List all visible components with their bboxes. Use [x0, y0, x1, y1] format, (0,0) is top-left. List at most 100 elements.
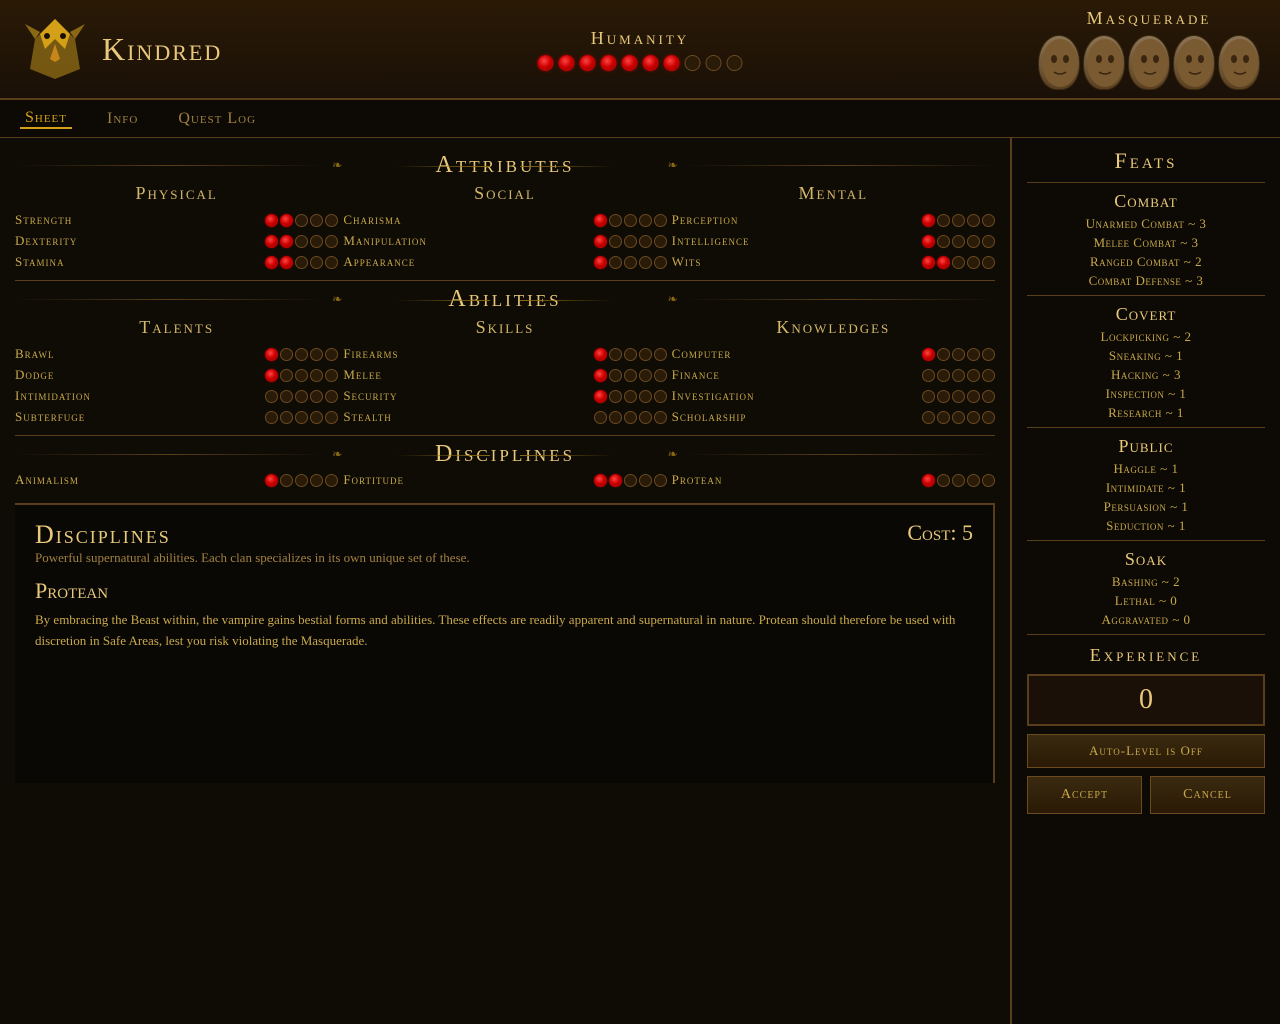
dodge-dots-dot-1[interactable] — [280, 369, 293, 382]
charisma-dots-dot-4[interactable] — [654, 214, 667, 227]
brawl-dots-dot-0[interactable] — [265, 348, 278, 361]
humanity-dot-6[interactable] — [664, 55, 680, 71]
auto-level-button[interactable]: Auto-Level is Off — [1027, 734, 1265, 768]
protean-dots-dot-4[interactable] — [982, 474, 995, 487]
stealth-dots-dot-1[interactable] — [609, 411, 622, 424]
stealth-dots-dot-4[interactable] — [654, 411, 667, 424]
strength-dots-dot-0[interactable] — [265, 214, 278, 227]
security-dots-dot-2[interactable] — [624, 390, 637, 403]
stamina-dots-dot-1[interactable] — [280, 256, 293, 269]
investigation-dots-dot-1[interactable] — [937, 390, 950, 403]
perception-dots-dot-1[interactable] — [937, 214, 950, 227]
intelligence-dots-dot-1[interactable] — [937, 235, 950, 248]
scholarship-dots-dot-4[interactable] — [982, 411, 995, 424]
feat-item[interactable]: Intimidate ~ 1 — [1027, 480, 1265, 496]
manipulation-dots-dot-2[interactable] — [624, 235, 637, 248]
charisma-dots-dot-3[interactable] — [639, 214, 652, 227]
computer-dots[interactable] — [922, 348, 995, 361]
investigation-dots-dot-4[interactable] — [982, 390, 995, 403]
melee-dots[interactable] — [594, 369, 667, 382]
security-dots-dot-0[interactable] — [594, 390, 607, 403]
strength-dots-dot-1[interactable] — [280, 214, 293, 227]
stamina-dots-dot-0[interactable] — [265, 256, 278, 269]
intimidation-dots-dot-1[interactable] — [280, 390, 293, 403]
fortitude-dots-dot-3[interactable] — [639, 474, 652, 487]
feat-item[interactable]: Haggle ~ 1 — [1027, 461, 1265, 477]
finance-dots[interactable] — [922, 369, 995, 382]
protean-dots-dot-1[interactable] — [937, 474, 950, 487]
intelligence-dots-dot-3[interactable] — [967, 235, 980, 248]
intelligence-dots-dot-0[interactable] — [922, 235, 935, 248]
brawl-dots-dot-1[interactable] — [280, 348, 293, 361]
brawl-dots-dot-3[interactable] — [310, 348, 323, 361]
stamina-dots-dot-2[interactable] — [295, 256, 308, 269]
appearance-dots-dot-4[interactable] — [654, 256, 667, 269]
computer-dots-dot-0[interactable] — [922, 348, 935, 361]
strength-dots-dot-4[interactable] — [325, 214, 338, 227]
perception-dots-dot-3[interactable] — [967, 214, 980, 227]
protean-dots-dot-0[interactable] — [922, 474, 935, 487]
perception-dots[interactable] — [922, 214, 995, 227]
scholarship-dots-dot-2[interactable] — [952, 411, 965, 424]
dodge-dots-dot-0[interactable] — [265, 369, 278, 382]
computer-dots-dot-2[interactable] — [952, 348, 965, 361]
strength-dots-dot-3[interactable] — [310, 214, 323, 227]
manipulation-dots[interactable] — [594, 235, 667, 248]
feat-item[interactable]: Seduction ~ 1 — [1027, 518, 1265, 534]
firearms-dots-dot-4[interactable] — [654, 348, 667, 361]
perception-dots-dot-2[interactable] — [952, 214, 965, 227]
feat-item[interactable]: Unarmed Combat ~ 3 — [1027, 216, 1265, 232]
scholarship-dots-dot-0[interactable] — [922, 411, 935, 424]
feat-item[interactable]: Research ~ 1 — [1027, 405, 1265, 421]
feat-item[interactable]: Sneaking ~ 1 — [1027, 348, 1265, 364]
melee-dots-dot-2[interactable] — [624, 369, 637, 382]
charisma-dots[interactable] — [594, 214, 667, 227]
humanity-dot-4[interactable] — [622, 55, 638, 71]
scholarship-dots-dot-1[interactable] — [937, 411, 950, 424]
feat-item[interactable]: Bashing ~ 2 — [1027, 574, 1265, 590]
fortitude-dots-dot-1[interactable] — [609, 474, 622, 487]
brawl-dots-dot-2[interactable] — [295, 348, 308, 361]
subterfuge-dots-dot-0[interactable] — [265, 411, 278, 424]
feat-item[interactable]: Inspection ~ 1 — [1027, 386, 1265, 402]
humanity-dot-3[interactable] — [601, 55, 617, 71]
wits-dots-dot-0[interactable] — [922, 256, 935, 269]
protean-dots[interactable] — [922, 474, 995, 487]
dodge-dots-dot-4[interactable] — [325, 369, 338, 382]
subterfuge-dots-dot-3[interactable] — [310, 411, 323, 424]
animalism-dots-dot-4[interactable] — [325, 474, 338, 487]
computer-dots-dot-3[interactable] — [967, 348, 980, 361]
security-dots-dot-3[interactable] — [639, 390, 652, 403]
security-dots[interactable] — [594, 390, 667, 403]
security-dots-dot-4[interactable] — [654, 390, 667, 403]
intelligence-dots-dot-2[interactable] — [952, 235, 965, 248]
computer-dots-dot-4[interactable] — [982, 348, 995, 361]
feat-item[interactable]: Persuasion ~ 1 — [1027, 499, 1265, 515]
investigation-dots-dot-0[interactable] — [922, 390, 935, 403]
firearms-dots[interactable] — [594, 348, 667, 361]
charisma-dots-dot-2[interactable] — [624, 214, 637, 227]
investigation-dots-dot-2[interactable] — [952, 390, 965, 403]
melee-dots-dot-1[interactable] — [609, 369, 622, 382]
protean-dots-dot-3[interactable] — [967, 474, 980, 487]
dexterity-dots-dot-2[interactable] — [295, 235, 308, 248]
humanity-dot-8[interactable] — [706, 55, 722, 71]
finance-dots-dot-0[interactable] — [922, 369, 935, 382]
appearance-dots-dot-3[interactable] — [639, 256, 652, 269]
stamina-dots-dot-3[interactable] — [310, 256, 323, 269]
fortitude-dots[interactable] — [594, 474, 667, 487]
perception-dots-dot-0[interactable] — [922, 214, 935, 227]
melee-dots-dot-0[interactable] — [594, 369, 607, 382]
dodge-dots-dot-2[interactable] — [295, 369, 308, 382]
fortitude-dots-dot-0[interactable] — [594, 474, 607, 487]
melee-dots-dot-4[interactable] — [654, 369, 667, 382]
security-dots-dot-1[interactable] — [609, 390, 622, 403]
scholarship-dots[interactable] — [922, 411, 995, 424]
melee-dots-dot-3[interactable] — [639, 369, 652, 382]
scholarship-dots-dot-3[interactable] — [967, 411, 980, 424]
firearms-dots-dot-2[interactable] — [624, 348, 637, 361]
computer-dots-dot-1[interactable] — [937, 348, 950, 361]
feat-item[interactable]: Aggravated ~ 0 — [1027, 612, 1265, 628]
dexterity-dots-dot-0[interactable] — [265, 235, 278, 248]
animalism-dots-dot-0[interactable] — [265, 474, 278, 487]
